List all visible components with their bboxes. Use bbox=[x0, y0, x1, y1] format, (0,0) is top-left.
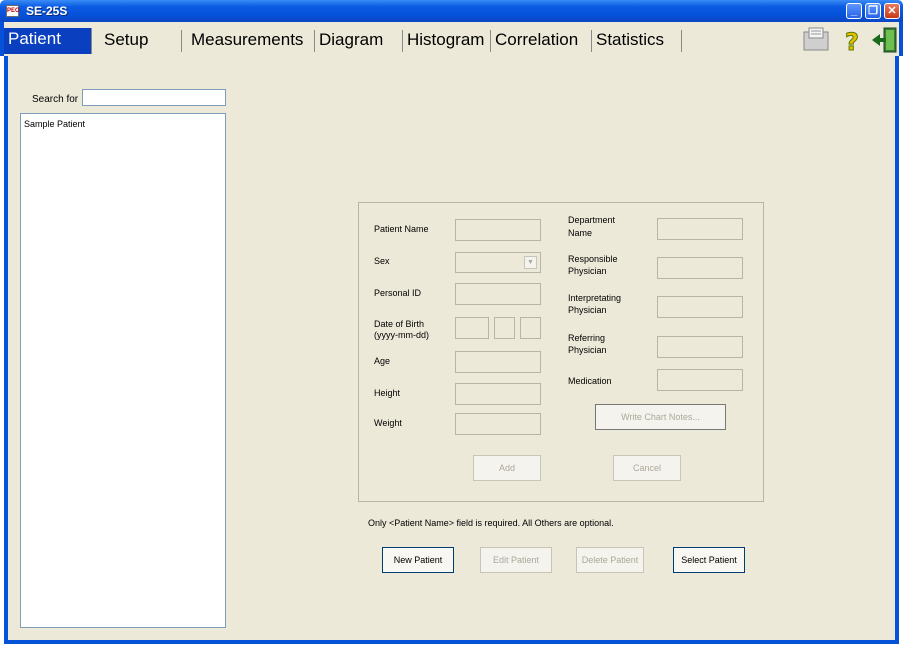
height-field[interactable] bbox=[455, 383, 541, 405]
patient-list[interactable]: Sample Patient bbox=[20, 113, 226, 628]
age-label: Age bbox=[374, 356, 391, 366]
dob-day-field[interactable] bbox=[520, 317, 541, 339]
department-label-line2: Name bbox=[568, 228, 593, 238]
age-field[interactable] bbox=[455, 351, 541, 373]
select-patient-button[interactable]: Select Patient bbox=[673, 547, 745, 573]
department-field[interactable] bbox=[657, 218, 743, 240]
referring-physician-label-line2: Physician bbox=[568, 345, 607, 355]
delete-patient-button[interactable]: Delete Patient bbox=[576, 547, 644, 573]
medication-field[interactable] bbox=[657, 369, 743, 391]
add-button[interactable]: Add bbox=[473, 455, 541, 481]
interpreting-physician-label-line2: Physician bbox=[568, 305, 607, 315]
window-title: SE-25S bbox=[26, 4, 68, 18]
chevron-down-icon: ▼ bbox=[524, 256, 537, 269]
app-icon: PEO bbox=[6, 5, 20, 17]
height-label: Height bbox=[374, 388, 401, 398]
interpreting-physician-field[interactable] bbox=[657, 296, 743, 318]
new-patient-button[interactable]: New Patient bbox=[382, 547, 454, 573]
title-bar: PEO SE-25S _ ❐ ✕ bbox=[0, 0, 903, 22]
patient-name-field[interactable] bbox=[455, 219, 541, 241]
required-field-note: Only <Patient Name> field is required. A… bbox=[368, 518, 614, 528]
responsible-physician-field[interactable] bbox=[657, 257, 743, 279]
responsible-physician-label-line2: Physician bbox=[568, 266, 607, 276]
medication-label: Medication bbox=[568, 376, 612, 386]
dob-format-label: (yyyy-mm-dd) bbox=[374, 330, 429, 340]
responsible-physician-label: Responsible bbox=[568, 254, 618, 264]
personal-id-field[interactable] bbox=[455, 283, 541, 305]
dob-label: Date of Birth bbox=[374, 319, 425, 329]
tab-patient[interactable]: Patient bbox=[4, 28, 92, 54]
close-button[interactable]: ✕ bbox=[884, 3, 900, 19]
sex-select[interactable]: ▼ bbox=[455, 252, 541, 273]
interpreting-physician-label: Interpretating bbox=[568, 293, 622, 303]
dob-year-field[interactable] bbox=[455, 317, 489, 339]
department-label: Department bbox=[568, 215, 616, 225]
dob-month-field[interactable] bbox=[494, 317, 515, 339]
referring-physician-label: Referring bbox=[568, 333, 606, 343]
minimize-button[interactable]: _ bbox=[846, 3, 862, 19]
help-icon[interactable]: ? bbox=[837, 26, 867, 55]
tab-statistics[interactable]: Statistics bbox=[592, 30, 682, 52]
svg-text:?: ? bbox=[845, 28, 859, 54]
tab-setup[interactable]: Setup bbox=[100, 30, 182, 52]
cancel-button[interactable]: Cancel bbox=[613, 455, 681, 481]
write-chart-notes-button[interactable]: Write Chart Notes... bbox=[595, 404, 726, 430]
tab-diagram[interactable]: Diagram bbox=[315, 30, 403, 52]
search-input[interactable] bbox=[82, 89, 226, 106]
tab-strip: Patient Setup Measurements Diagram Histo… bbox=[0, 22, 903, 56]
referring-physician-field[interactable] bbox=[657, 336, 743, 358]
list-item[interactable]: Sample Patient bbox=[24, 119, 85, 129]
patient-name-label: Patient Name bbox=[374, 224, 429, 234]
exit-icon[interactable] bbox=[870, 26, 900, 54]
personal-id-label: Personal ID bbox=[374, 288, 422, 298]
tab-correlation[interactable]: Correlation bbox=[491, 30, 592, 52]
sex-label: Sex bbox=[374, 256, 390, 266]
print-icon[interactable] bbox=[801, 26, 831, 54]
search-label: Search for bbox=[32, 94, 79, 105]
weight-label: Weight bbox=[374, 418, 402, 428]
edit-patient-button[interactable]: Edit Patient bbox=[480, 547, 552, 573]
weight-field[interactable] bbox=[455, 413, 541, 435]
tab-histogram[interactable]: Histogram bbox=[403, 30, 491, 52]
tab-measurements[interactable]: Measurements bbox=[187, 30, 315, 52]
maximize-button[interactable]: ❐ bbox=[865, 3, 881, 19]
